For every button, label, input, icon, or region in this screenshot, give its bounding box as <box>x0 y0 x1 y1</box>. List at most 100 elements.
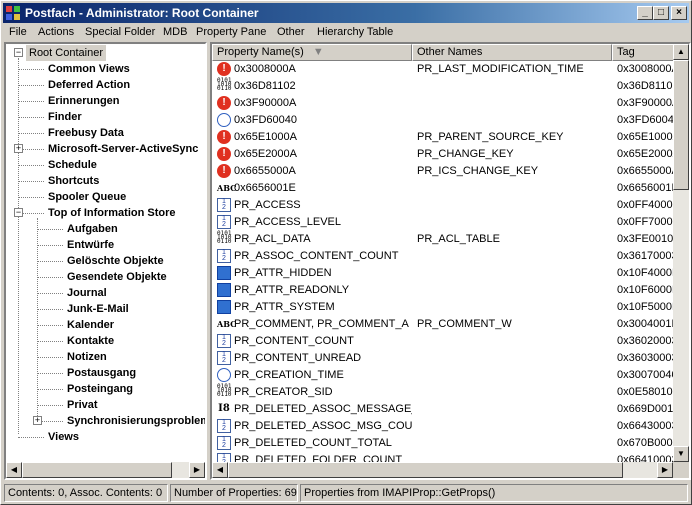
scroll-up-icon[interactable]: ▲ <box>673 44 689 60</box>
cell-tag: 0x10F6000B <box>617 284 673 296</box>
tree-node[interactable]: Views <box>48 429 79 445</box>
menu-other[interactable]: Other <box>277 26 305 38</box>
menu-special-folder[interactable]: Special Folder <box>85 26 155 38</box>
table-row[interactable]: 1 2 PR_ACCESS 0x0FF40003 <box>212 197 677 214</box>
table-row[interactable]: 1 2 PR_ACCESS_LEVEL 0x0FF70003 <box>212 214 677 231</box>
table-row[interactable]: 1 2 PR_ASSOC_CONTENT_COUNT 0x36170003 <box>212 248 677 265</box>
tree-node[interactable]: Common Views <box>48 61 130 77</box>
menu-hierarchy-table[interactable]: Hierarchy Table <box>317 26 393 38</box>
tree-node[interactable]: Gelöschte Objekte <box>67 253 164 269</box>
cell-property-name: 0x36D81102 <box>234 80 296 92</box>
minimize-button[interactable]: _ <box>637 6 653 20</box>
cell-property-name: 0x3FD60040 <box>234 114 297 126</box>
menu-mdb[interactable]: MDB <box>163 26 187 38</box>
tree-node[interactable]: Synchronisierungsprobleme <box>67 413 205 429</box>
cell-property-name: 0x65E1000A <box>234 131 297 143</box>
tree-node[interactable]: Junk-E-Mail <box>67 301 129 317</box>
collapse-icon[interactable]: − <box>14 208 23 217</box>
table-row[interactable]: 0101 1010 0110 PR_CREATOR_SID 0x0E580102 <box>212 384 677 401</box>
table-row[interactable]: 0101 1010 0110 PR_ACL_DATA PR_ACL_TABLE 0x3FE… <box>212 231 677 248</box>
cell-property-name: 0x3F90000A <box>234 97 297 109</box>
tree-node[interactable]: Notizen <box>67 349 107 365</box>
tree-node[interactable]: Finder <box>48 109 82 125</box>
table-row[interactable]: 0101 1010 0110 0x36D81102 0x36D81102 <box>212 78 677 95</box>
table-row[interactable]: PR_ATTR_SYSTEM 0x10F5000B <box>212 299 677 316</box>
table-row[interactable]: 0x3FD60040 0x3FD60040 <box>212 112 677 129</box>
table-row[interactable]: ABC 0x6656001E 0x6656001E <box>212 180 677 197</box>
cell-other-names: PR_ACL_TABLE <box>417 233 500 245</box>
table-row[interactable]: ! 0x3008000A PR_LAST_MODIFICATION_TIME 0x30… <box>212 61 677 78</box>
table-row[interactable]: ! 0x6655000A PR_ICS_CHANGE_KEY 0x6655000A <box>212 163 677 180</box>
scroll-right-icon[interactable]: ▶ <box>657 462 673 478</box>
list-horizontal-scrollbar[interactable]: ◀ ▶ <box>212 462 673 478</box>
table-row[interactable]: PR_CREATION_TIME 0x30070040 <box>212 367 677 384</box>
tree-node[interactable]: Schedule <box>48 157 97 173</box>
tree-node[interactable]: Gesendete Objekte <box>67 269 167 285</box>
table-row[interactable]: I8 PR_DELETED_ASSOC_MESSAGE_... 0x669D0014 <box>212 401 677 418</box>
tree-node[interactable]: Microsoft-Server-ActiveSync <box>48 141 198 157</box>
maximize-button[interactable]: □ <box>653 6 669 20</box>
status-source: Properties from IMAPIProp::GetProps() <box>300 484 688 502</box>
close-button[interactable]: × <box>671 6 687 20</box>
tree-node[interactable]: Posteingang <box>67 381 133 397</box>
title-bar[interactable]: Postfach - Administrator: Root Container… <box>3 3 689 23</box>
tree-node[interactable]: Kontakte <box>67 333 114 349</box>
scroll-left-icon[interactable]: ◀ <box>212 462 228 478</box>
tree-node[interactable]: Deferred Action <box>48 77 130 93</box>
tree-connector <box>37 277 63 278</box>
tree-node[interactable]: Erinnerungen <box>48 93 120 109</box>
menu-file[interactable]: File <box>9 26 27 38</box>
table-row[interactable]: 1 2 PR_CONTENT_COUNT 0x36020003 <box>212 333 677 350</box>
cell-tag: 0x670B0003 <box>617 437 673 449</box>
table-row[interactable]: !0x3F90000A0x3F90000A <box>212 95 677 112</box>
number-icon: 12 <box>217 198 231 212</box>
tree-horizontal-scrollbar[interactable]: ◀ ▶ <box>6 462 205 478</box>
tree-node[interactable]: Shortcuts <box>48 173 99 189</box>
table-row[interactable]: !0x65E2000APR_CHANGE_KEY0x65E2000A <box>212 146 677 163</box>
cell-tag: 0x36170003 <box>617 250 673 262</box>
tree-node[interactable]: Aufgaben <box>67 221 118 237</box>
tree-root-node[interactable]: Root Container <box>26 45 106 61</box>
tree-connector <box>37 309 63 310</box>
scroll-down-icon[interactable]: ▼ <box>673 446 689 462</box>
list-hscroll-thumb[interactable] <box>228 462 623 478</box>
property-list[interactable]: Property Name(s) ▼ Other Names Tag ! 0x30… <box>210 42 691 480</box>
table-row[interactable]: 1 2 PR_DELETED_COUNT_TOTAL 0x670B0003 <box>212 435 677 452</box>
tree-connector <box>37 357 63 358</box>
expand-icon[interactable]: + <box>33 416 42 425</box>
table-row[interactable]: PR_ATTR_HIDDEN 0x10F4000B <box>212 265 677 282</box>
list-scroll-thumb[interactable] <box>673 60 689 190</box>
folder-tree[interactable]: Root Container − Common Views Deferred Acti… <box>4 42 207 480</box>
column-header-other-names[interactable]: Other Names <box>412 44 612 61</box>
tree-node[interactable]: Spooler Queue <box>48 189 126 205</box>
status-property-count: Number of Properties: 69 <box>170 484 298 502</box>
binary-icon: 0101 1010 0110 <box>217 383 232 398</box>
cell-tag: 0x65E2000A <box>617 148 673 160</box>
table-row[interactable]: ! 0x65E1000A PR_PARENT_SOURCE_KEY 0x65E1000… <box>212 129 677 146</box>
list-vertical-scrollbar[interactable]: ▲ ▼ <box>673 44 689 462</box>
table-row[interactable]: 1 2 PR_CONTENT_UNREAD 0x36030003 <box>212 350 677 367</box>
tree-connector <box>37 325 63 326</box>
column-header-property-name[interactable]: Property Name(s) ▼ <box>212 44 412 61</box>
table-row[interactable]: 1 2 PR_DELETED_ASSOC_MSG_COUNT 0x66430003 <box>212 418 677 435</box>
tree-node[interactable]: Top of Information Store <box>48 205 176 221</box>
cell-tag: 0x0E580102 <box>617 386 673 398</box>
tree-node[interactable]: Freebusy Data <box>48 125 124 141</box>
tree-node[interactable]: Kalender <box>67 317 114 333</box>
cell-tag: 0x3FD60040 <box>617 114 673 126</box>
tree-node[interactable]: Privat <box>67 397 98 413</box>
table-row[interactable]: ABC PR_COMMENT, PR_COMMENT_A PR_COMMENT_W 0… <box>212 316 677 333</box>
scroll-left-icon[interactable]: ◀ <box>6 462 22 478</box>
expand-icon[interactable]: + <box>14 144 23 153</box>
menu-actions[interactable]: Actions <box>38 26 74 38</box>
tree-scroll-thumb[interactable] <box>22 462 172 478</box>
collapse-icon[interactable]: − <box>14 48 23 57</box>
scroll-right-icon[interactable]: ▶ <box>189 462 205 478</box>
tree-node[interactable]: Entwürfe <box>67 237 114 253</box>
menu-property-pane[interactable]: Property Pane <box>196 26 266 38</box>
cell-property-name: PR_ATTR_SYSTEM <box>234 301 335 313</box>
tree-connector <box>18 181 44 182</box>
tree-node[interactable]: Postausgang <box>67 365 136 381</box>
tree-node[interactable]: Journal <box>67 285 107 301</box>
table-row[interactable]: PR_ATTR_READONLY 0x10F6000B <box>212 282 677 299</box>
